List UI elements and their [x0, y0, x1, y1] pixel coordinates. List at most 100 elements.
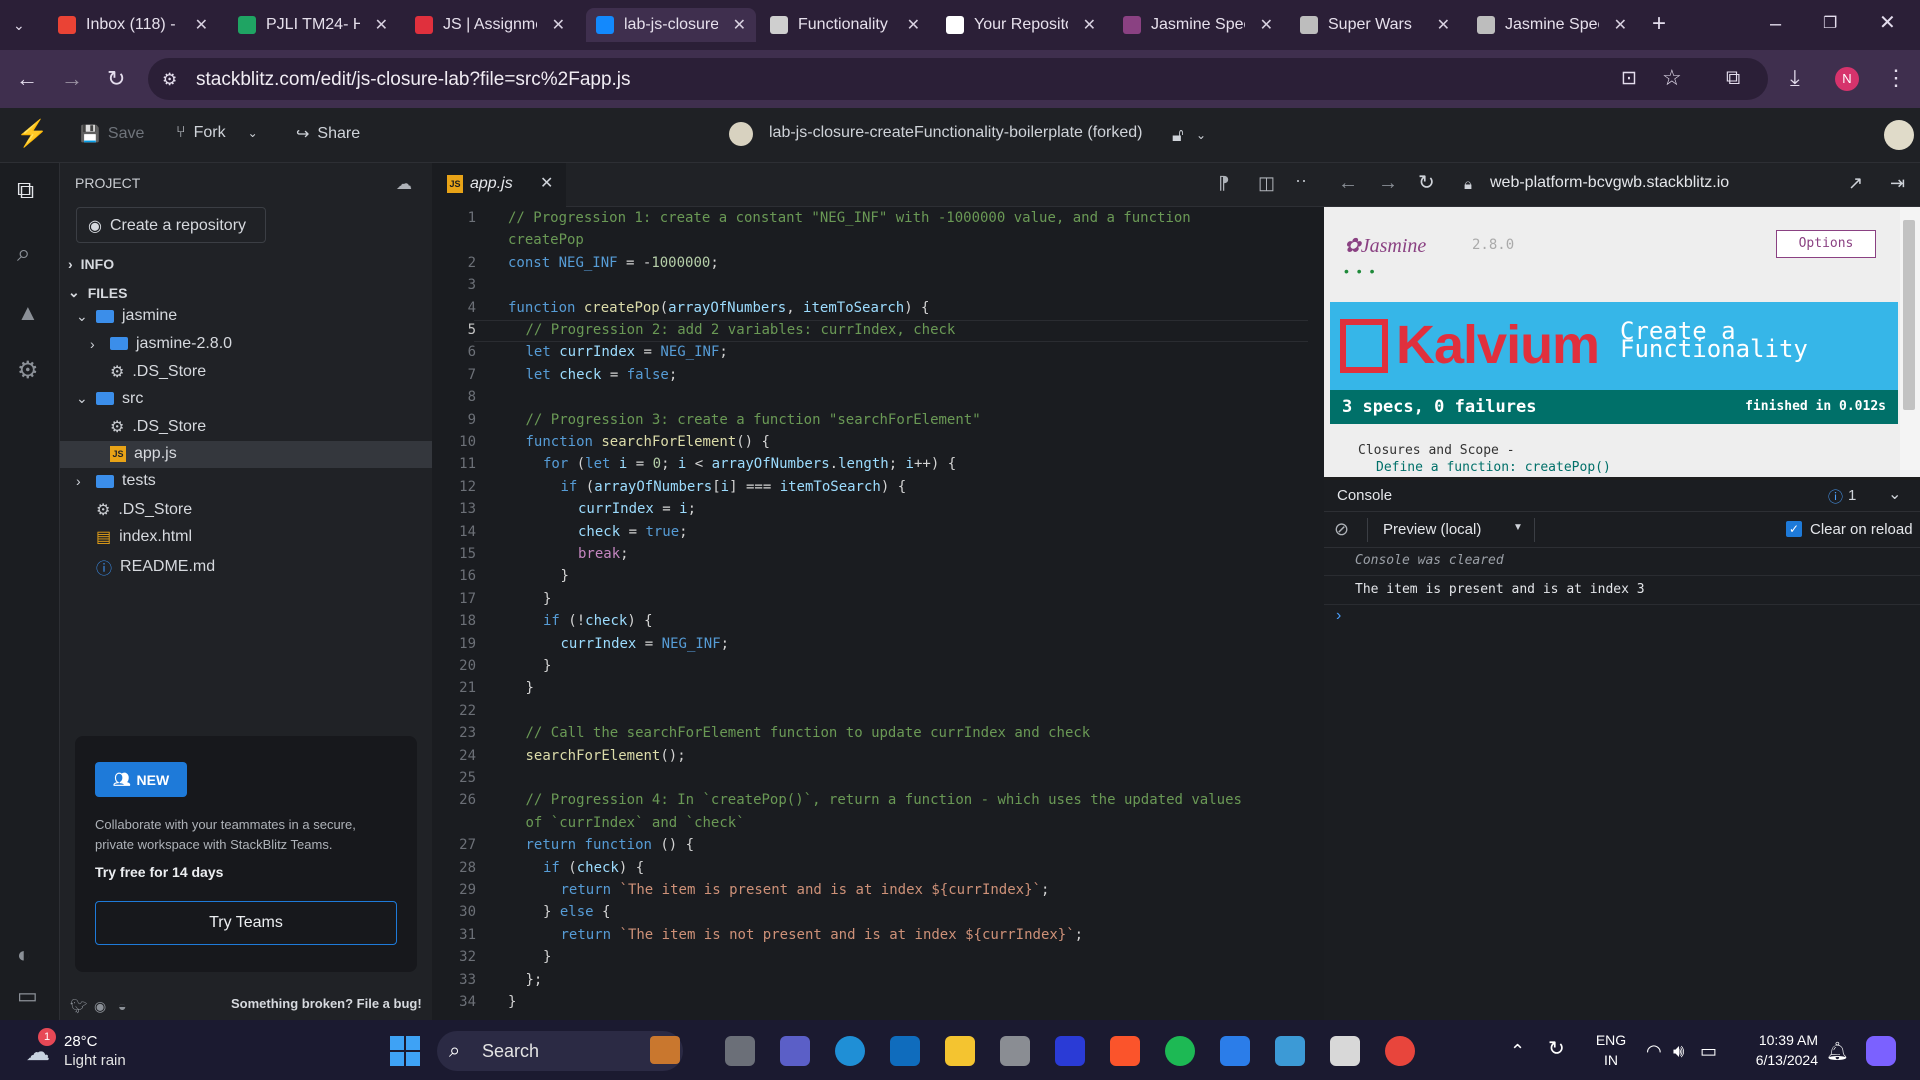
file-explorer-icon[interactable]	[945, 1036, 975, 1066]
code-line[interactable]: let currIndex = NEG_INF;	[526, 344, 728, 360]
volume-icon[interactable]: 🔊︎	[1673, 1040, 1684, 1062]
webex-icon[interactable]	[1220, 1036, 1250, 1066]
close-tab-icon[interactable]: ✕	[1254, 15, 1273, 35]
back-arrow-icon[interactable]: ←	[16, 68, 38, 90]
language-code[interactable]: ENG	[1594, 1032, 1628, 1048]
code-line[interactable]: const NEG_INF = -1000000;	[508, 255, 719, 271]
folder-item[interactable]: ⌄ jasmine	[76, 307, 177, 325]
console-title[interactable]: Console	[1337, 487, 1392, 504]
site-settings-icon[interactable]: ⚙	[162, 69, 177, 91]
open-new-window-icon[interactable]: ↗	[1848, 172, 1863, 194]
code-line[interactable]: }	[526, 680, 534, 696]
code-line[interactable]: }	[543, 591, 551, 607]
install-app-icon[interactable]: ⊡	[1621, 68, 1637, 90]
photos-icon[interactable]	[1275, 1036, 1305, 1066]
close-tab-icon[interactable]: ✕	[1431, 15, 1450, 35]
language-region[interactable]: IN	[1594, 1052, 1628, 1068]
extensions-icon[interactable]: ⧉	[1726, 67, 1740, 89]
notification-bell-icon[interactable]: 🔔︎	[1826, 1040, 1849, 1062]
download-icon[interactable]: ⤓	[1790, 67, 1800, 89]
try-teams-button[interactable]: Try Teams	[95, 901, 397, 945]
github-footer-icon[interactable]: ◉	[94, 995, 106, 1017]
browser-tab[interactable]: Inbox (118) - ✕	[48, 8, 218, 42]
code-line[interactable]: check = true;	[578, 524, 688, 540]
files-icon[interactable]: ⧉	[17, 179, 34, 203]
clear-on-reload-checkbox[interactable]: ✓	[1786, 521, 1802, 537]
files-section-header[interactable]: ⌄ FILES	[68, 284, 127, 301]
preview-splitter[interactable]	[1308, 207, 1324, 1020]
window-close-icon[interactable]: ✕	[1879, 12, 1896, 34]
close-tab-icon[interactable]: ✕	[1077, 15, 1096, 35]
close-tab-icon[interactable]: ✕	[1608, 15, 1627, 35]
weather-widget[interactable]: ☁ 1	[22, 1028, 56, 1066]
info-section-header[interactable]: › INFO	[68, 256, 114, 272]
taskbar-search-box[interactable]	[437, 1031, 683, 1071]
code-line[interactable]: currIndex = NEG_INF;	[561, 636, 730, 652]
profile-avatar[interactable]: N	[1835, 67, 1859, 91]
preview-scroll-thumb[interactable]	[1903, 220, 1915, 410]
close-tab-icon[interactable]: ✕	[189, 15, 208, 35]
code-line[interactable]: createPop	[508, 232, 584, 248]
search-icon[interactable]: ⌕	[17, 242, 30, 266]
url-text[interactable]: stackblitz.com/edit/js-closure-lab?file=…	[196, 69, 631, 91]
browser-tab[interactable]: Your Reposito ✕	[936, 8, 1106, 42]
browser-tab[interactable]: PJLI TM24- H ✕	[228, 8, 398, 42]
code-line[interactable]: return function () {	[526, 837, 695, 853]
settings-gear-icon[interactable]: ⚙	[17, 359, 39, 383]
fork-button[interactable]: ⑂ Fork ⌄	[176, 124, 258, 142]
anytype-icon[interactable]	[1055, 1036, 1085, 1066]
new-tab-plus-icon[interactable]: +	[1652, 12, 1666, 36]
snipping-tool-icon[interactable]	[1330, 1036, 1360, 1066]
chrome-icon[interactable]	[1385, 1036, 1415, 1066]
file-item[interactable]: JS app.js	[90, 445, 177, 463]
code-line[interactable]: let check = false;	[526, 367, 678, 383]
windows-start-icon[interactable]	[390, 1036, 420, 1066]
close-tab-icon[interactable]: ✕	[369, 15, 388, 35]
clock-date[interactable]: 6/13/2024	[1736, 1052, 1818, 1068]
user-avatar[interactable]	[1884, 120, 1914, 150]
close-tab-icon[interactable]: ✕	[727, 15, 746, 35]
unity-icon[interactable]	[1000, 1036, 1030, 1066]
bookmark-star-icon[interactable]: ☆	[1662, 67, 1682, 89]
firebase-icon[interactable]: ▲	[17, 302, 39, 324]
close-tab-icon[interactable]: ✕	[540, 173, 553, 195]
spec-name[interactable]: Define a function: createPop()	[1376, 460, 1611, 475]
browser-tab[interactable]: Jasmine Spec ✕	[1467, 8, 1637, 42]
twitter-icon[interactable]: 🐦︎	[70, 995, 88, 1017]
code-line[interactable]: }	[543, 949, 551, 965]
code-line[interactable]: }	[543, 658, 551, 674]
browser-tab[interactable]: Jasmine Spec ✕	[1113, 8, 1283, 42]
save-button[interactable]: 💾 Save	[80, 124, 144, 144]
code-line[interactable]: if (check) {	[543, 860, 644, 876]
lock-chevron-icon[interactable]: ⌄	[1196, 124, 1206, 146]
battery-icon[interactable]: ▭	[1700, 1040, 1717, 1062]
preview-reload-icon[interactable]: ↻	[1418, 172, 1435, 194]
lock-open-icon[interactable]: 🔓︎	[1172, 124, 1184, 146]
code-line[interactable]: };	[526, 972, 543, 988]
wifi-icon[interactable]: ◠	[1646, 1040, 1662, 1062]
split-editor-icon[interactable]: ◫	[1258, 172, 1275, 194]
code-line[interactable]: function createPop(arrayOfNumbers, itemT…	[508, 300, 930, 316]
close-tab-icon[interactable]: ✕	[901, 15, 920, 35]
stackblitz-logo-icon[interactable]: ⚡	[16, 120, 48, 146]
browser-tab[interactable]: Functionality ✕	[760, 8, 930, 42]
brave-icon[interactable]	[1110, 1036, 1140, 1066]
code-line[interactable]: function searchForElement() {	[526, 434, 770, 450]
file-item[interactable]: ⚙ .DS_Store	[76, 500, 192, 520]
teams-icon[interactable]	[780, 1036, 810, 1066]
tab-search-chevron-icon[interactable]: ⌄	[13, 14, 25, 36]
code-line[interactable]: currIndex = i;	[578, 501, 696, 517]
folder-item[interactable]: ⌄ src	[76, 390, 143, 408]
code-line[interactable]: // Progression 4: In `createPop()`, retu…	[526, 792, 1242, 808]
code-line[interactable]: } else {	[543, 904, 610, 920]
preview-url[interactable]: web-platform-bcvgwb.stackblitz.io	[1490, 174, 1729, 192]
code-line[interactable]: // Progression 3: create a function "sea…	[526, 412, 981, 428]
code-line[interactable]: searchForElement();	[526, 748, 686, 764]
code-line[interactable]: for (let i = 0; i < arrayOfNumbers.lengt…	[543, 456, 956, 472]
file-item[interactable]: ▤ index.html	[76, 527, 192, 547]
preview-forward-icon[interactable]: →	[1378, 172, 1398, 194]
weather-temp[interactable]: 28°C	[64, 1033, 98, 1050]
theme-toggle-icon[interactable]: ◐	[17, 944, 30, 966]
forward-arrow-icon[interactable]: →	[61, 68, 83, 90]
code-line[interactable]: // Progression 1: create a constant "NEG…	[508, 210, 1191, 226]
